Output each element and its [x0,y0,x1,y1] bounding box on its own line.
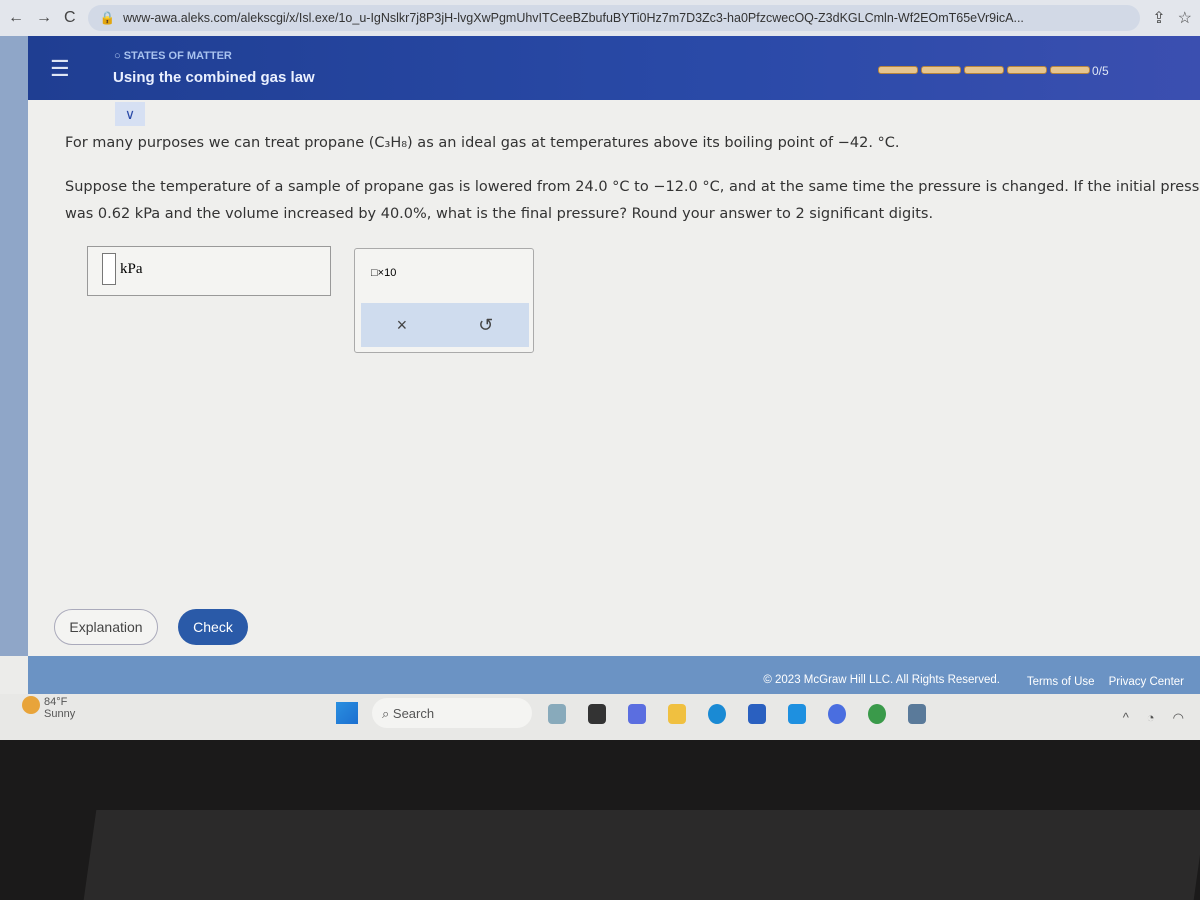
unit-label: kPa [120,261,143,277]
lock-icon: 🔒 [99,10,116,25]
bookmark-star-icon[interactable]: ☆ [1178,8,1192,28]
math-toolbox: □×10 × ↺ [354,248,534,353]
privacy-link[interactable]: Privacy Center [1109,676,1184,688]
address-bar[interactable]: 🔒 www-awa.aleks.com/alekscgi/x/Isl.exe/1… [87,5,1141,31]
teams-icon[interactable] [628,704,646,724]
explanation-button[interactable]: Explanation [54,609,158,645]
back-icon[interactable]: ← [8,9,24,27]
share-icon[interactable]: ⇪ [1152,8,1165,28]
windows-start-icon[interactable] [336,702,358,724]
weather-sun-icon [22,696,40,714]
taskbar: 84°F Sunny ⌕ Search ^ ◔ ◠ [0,694,1200,740]
terms-link[interactable]: Terms of Use [1027,676,1095,688]
search-label: Search [392,706,435,721]
url-text: www-awa.aleks.com/alekscgi/x/Isl.exe/1o_… [123,11,1024,25]
browser-toolbar: ← → C 🔒 www-awa.aleks.com/alekscgi/x/Isl… [0,0,1200,36]
topic-text: STATES OF MATTER [123,50,232,62]
check-button[interactable]: Check [178,609,248,645]
weather-widget[interactable]: 84°F Sunny [22,696,76,720]
progress-count: 0/5 [1092,64,1109,78]
toolbox-actions: × ↺ [361,303,529,347]
menu-icon[interactable]: ☰ [50,56,70,82]
collapse-chevron-icon[interactable]: ∨ [115,102,145,126]
question-panel: For many purposes we can treat propane (… [28,100,1200,656]
page-title: Using the combined gas law [113,69,315,86]
edge-icon[interactable] [708,704,726,724]
chevron-up-icon[interactable]: ^ [1123,710,1129,726]
question-intro: For many purposes we can treat propane (… [65,135,900,151]
answer-input[interactable] [102,253,116,285]
forward-icon[interactable]: → [36,9,52,27]
clear-icon[interactable]: × [397,315,408,336]
topic-label: ○ STATES OF MATTER [114,50,232,62]
sidebar-strip [0,36,28,656]
system-tray: ^ ◔ ◠ [1123,710,1184,726]
task-view-icon[interactable] [588,704,606,724]
lesson-header: ☰ ○ STATES OF MATTER Using the combined … [28,36,1200,100]
network-icon[interactable]: ◔ [1147,710,1155,726]
mail-icon[interactable] [788,704,806,724]
question-text-2: was 0.62 kPa and the volume increased by… [65,206,934,222]
weather-temp: 84°F [44,696,68,708]
answer-area: kPa [87,246,331,296]
question-text-1: Suppose the temperature of a sample of p… [65,179,1200,195]
copilot-icon[interactable] [828,704,846,724]
wifi-icon[interactable]: ◠ [1173,710,1184,726]
laptop-bezel [83,810,1200,900]
widgets-icon[interactable] [548,704,566,724]
file-explorer-icon[interactable] [668,704,686,724]
screen: ← → C 🔒 www-awa.aleks.com/alekscgi/x/Isl… [0,0,1200,740]
copyright: © 2023 McGraw Hill LLC. All Rights Reser… [763,674,1000,686]
weather-condition: Sunny [44,708,76,720]
undo-icon[interactable]: ↺ [478,315,493,336]
chrome-icon[interactable] [868,704,886,724]
taskbar-apps [548,704,926,724]
progress-bar [878,66,1090,74]
reload-icon[interactable]: C [64,9,76,27]
sci-notation-label: ×10 [377,267,397,279]
taskbar-search[interactable]: ⌕ Search [372,698,532,728]
store-icon[interactable] [748,704,766,724]
calculator-icon[interactable] [908,704,926,724]
footer: © 2023 McGraw Hill LLC. All Rights Reser… [28,656,1200,694]
sci-notation-button[interactable]: □×10 [371,267,396,279]
